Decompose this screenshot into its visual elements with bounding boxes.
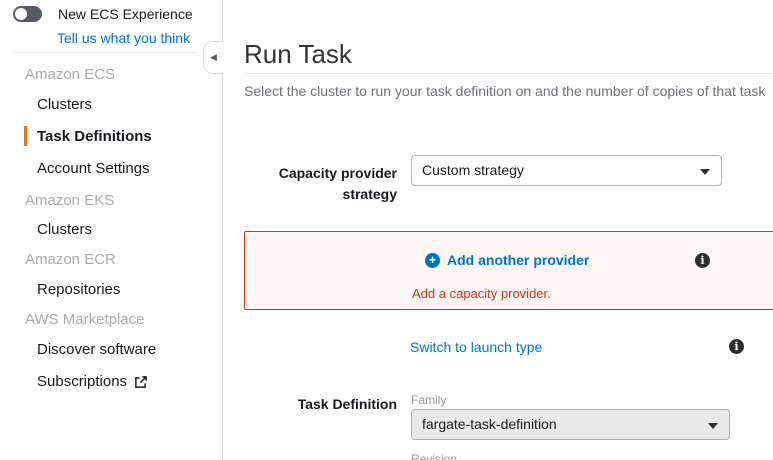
page-description: Select the cluster to run your task defi…	[244, 83, 773, 99]
task-definition-label: Task Definition	[267, 394, 397, 415]
active-indicator-bar	[24, 126, 27, 146]
capacity-provider-strategy-value: Custom strategy	[422, 162, 524, 178]
sidebar-item-subscriptions[interactable]: Subscriptions	[0, 372, 222, 392]
plus-circle-icon: +	[425, 253, 440, 268]
feedback-link[interactable]: Tell us what you think	[57, 30, 190, 46]
sidebar-header-amazon-ecs: Amazon ECS	[0, 66, 222, 86]
sidebar-item-repositories[interactable]: Repositories	[0, 281, 222, 301]
collapse-arrow-icon: ◀	[210, 53, 217, 62]
family-select-value: fargate-task-definition	[422, 416, 557, 432]
sidebar-item-label: Task Definitions	[37, 128, 152, 145]
sidebar-item-ecs-clusters[interactable]: Clusters	[0, 96, 222, 116]
revision-label: Revision	[411, 452, 457, 460]
capacity-provider-strategy-select[interactable]: Custom strategy	[411, 155, 722, 186]
ecs-run-task-page: New ECS Experience Tell us what you thin…	[0, 0, 773, 460]
sidebar-header-aws-marketplace: AWS Marketplace	[0, 311, 222, 331]
capacity-provider-strategy-label: Capacity provider strategy	[267, 163, 397, 205]
sidebar-collapse-button[interactable]: ◀	[203, 41, 223, 74]
sidebar-divider	[13, 52, 196, 53]
toggle-knob	[15, 8, 27, 20]
main-content: Run Task Select the cluster to run your …	[223, 0, 773, 460]
switch-to-launch-type-link[interactable]: Switch to launch type	[410, 339, 542, 355]
add-another-provider-button[interactable]: + Add another provider	[425, 252, 589, 268]
info-icon[interactable]: i	[695, 253, 710, 268]
family-label: Family	[411, 393, 446, 407]
chevron-down-icon	[700, 169, 710, 175]
sidebar-header-amazon-ecr: Amazon ECR	[0, 251, 222, 271]
sidebar: New ECS Experience Tell us what you thin…	[0, 0, 223, 460]
sidebar-item-discover-software[interactable]: Discover software	[0, 341, 222, 361]
sidebar-item-task-definitions[interactable]: Task Definitions	[0, 128, 222, 148]
new-ecs-experience-label: New ECS Experience	[58, 6, 193, 22]
sidebar-item-label: Subscriptions	[37, 373, 127, 391]
external-link-icon	[134, 376, 147, 389]
chevron-down-icon	[708, 423, 718, 429]
page-title: Run Task	[244, 38, 352, 70]
capacity-provider-error-panel: + Add another provider i Add a capacity …	[244, 231, 773, 310]
error-message: Add a capacity provider.	[412, 286, 551, 301]
sidebar-header-amazon-eks: Amazon EKS	[0, 192, 222, 212]
info-icon[interactable]: i	[729, 339, 744, 354]
family-select[interactable]: fargate-task-definition	[411, 409, 730, 440]
sidebar-item-account-settings[interactable]: Account Settings	[0, 160, 222, 180]
new-ecs-experience-row: New ECS Experience	[13, 6, 193, 22]
sidebar-item-eks-clusters[interactable]: Clusters	[0, 221, 222, 241]
add-another-provider-label: Add another provider	[447, 252, 589, 268]
new-ecs-experience-toggle[interactable]	[13, 6, 42, 22]
title-divider	[244, 73, 773, 74]
